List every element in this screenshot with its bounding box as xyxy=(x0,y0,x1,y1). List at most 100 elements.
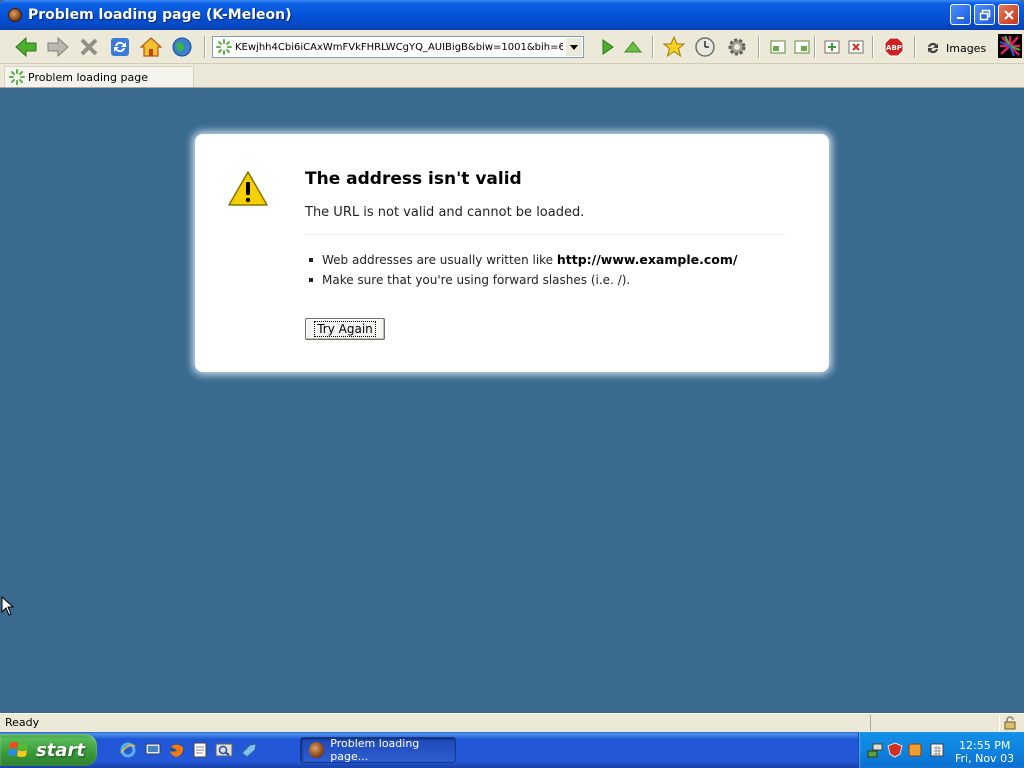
url-dropdown-button[interactable] xyxy=(566,38,582,56)
history-button[interactable] xyxy=(693,35,717,59)
error-hints-list: Web addresses are usually written like h… xyxy=(305,250,805,290)
try-again-button[interactable]: Try Again xyxy=(305,318,385,340)
window-icon xyxy=(770,40,786,54)
close-tab-icon xyxy=(848,40,864,54)
error-description: The URL is not valid and cannot be loade… xyxy=(305,205,585,220)
gear-icon xyxy=(728,38,746,56)
mouse-cursor-icon xyxy=(1,596,15,616)
volume-icon[interactable] xyxy=(907,742,923,758)
loading-spinner-icon xyxy=(216,39,232,55)
toolbar-separator xyxy=(872,36,874,58)
bullet xyxy=(309,278,313,282)
close-button[interactable] xyxy=(998,4,1019,25)
try-again-label: Try Again xyxy=(314,321,376,337)
globe-icon xyxy=(172,37,192,57)
calendar-icon[interactable] xyxy=(929,742,945,758)
bullet xyxy=(309,258,313,262)
security-shield-icon[interactable] xyxy=(887,742,903,758)
clock-icon xyxy=(695,37,715,57)
toolbar-separator xyxy=(914,36,916,58)
internet-explorer-icon[interactable] xyxy=(119,741,137,759)
warning-icon xyxy=(228,171,268,206)
error-divider xyxy=(305,234,785,235)
images-label: Images xyxy=(946,41,987,55)
tab-label: Problem loading page xyxy=(28,70,148,84)
search-icon[interactable] xyxy=(215,741,233,759)
taskbar-item-k-meleon[interactable]: Problem loading page... xyxy=(300,737,456,763)
window-title: Problem loading page (K-Meleon) xyxy=(28,7,292,23)
security-lock-icon[interactable] xyxy=(1003,716,1017,730)
adblock-icon: ABP xyxy=(884,37,904,57)
new-tab-button[interactable] xyxy=(820,35,844,59)
network-icon[interactable] xyxy=(867,742,883,758)
refresh-images-icon xyxy=(928,42,938,54)
k-meleon-app-icon[interactable] xyxy=(8,8,22,22)
up-triangle-icon xyxy=(624,41,642,53)
windows-flag-icon xyxy=(8,742,28,757)
stop-x-icon xyxy=(80,38,98,56)
clock-date[interactable]: Fri, Nov 03 xyxy=(955,752,1014,765)
status-text: Ready xyxy=(5,716,40,729)
home-icon xyxy=(140,37,162,57)
k-meleon-logo xyxy=(998,34,1022,58)
window-icon xyxy=(794,40,810,54)
window-left-button[interactable] xyxy=(766,35,790,59)
window-right-button[interactable] xyxy=(790,35,814,59)
status-bar: Ready xyxy=(0,713,1024,732)
navigation-toolbar: KEwjhh4Cbi6iCAxWmFVkFHRLWCgYQ_AUIBigB&bi… xyxy=(0,30,1024,64)
error-title: The address isn't valid xyxy=(305,169,522,189)
k-meleon-app-icon xyxy=(309,742,325,758)
new-tab-icon xyxy=(824,40,840,54)
stop-button[interactable] xyxy=(77,35,101,59)
list-item: Web addresses are usually written like h… xyxy=(305,250,805,270)
minimize-button[interactable] xyxy=(950,4,971,25)
close-tab-button[interactable] xyxy=(844,35,868,59)
start-label: start xyxy=(36,739,85,761)
forward-button[interactable] xyxy=(46,35,70,59)
taskbar-item-label: Problem loading page... xyxy=(330,737,420,763)
show-desktop-icon[interactable] xyxy=(144,741,162,759)
toolbar-separator xyxy=(758,36,760,58)
reload-button[interactable] xyxy=(108,35,132,59)
start-button[interactable]: start xyxy=(0,734,97,766)
windows-taskbar: start Problem loading page... 12:55 PM F… xyxy=(0,732,1024,768)
page-content: The address isn't valid The URL is not v… xyxy=(3,88,1021,713)
bookmarks-button[interactable] xyxy=(662,35,686,59)
adblock-button[interactable]: ABP xyxy=(882,35,906,59)
hint-text: Make sure that you're using forward slas… xyxy=(322,273,631,287)
images-toggle-button[interactable]: Images xyxy=(926,39,986,57)
toolbar-separator xyxy=(652,36,654,58)
status-panel xyxy=(870,715,1000,731)
system-tray: 12:55 PM Fri, Nov 03 xyxy=(858,732,1024,768)
svg-text:ABP: ABP xyxy=(886,44,902,52)
back-arrow-icon xyxy=(15,36,37,58)
globe-button[interactable] xyxy=(170,35,194,59)
go-button[interactable] xyxy=(596,35,620,59)
home-button[interactable] xyxy=(139,35,163,59)
reload-icon xyxy=(111,38,129,56)
restore-icon xyxy=(979,9,990,20)
url-bar[interactable]: KEwjhh4Cbi6iCAxWmFVkFHRLWCgYQ_AUIBigB&bi… xyxy=(212,36,584,58)
up-button[interactable] xyxy=(621,35,645,59)
notepad-icon[interactable] xyxy=(191,741,209,759)
firefox-icon[interactable] xyxy=(168,741,186,759)
toolbar-separator xyxy=(204,36,206,58)
go-play-icon xyxy=(602,39,614,55)
hint-text: Web addresses are usually written like xyxy=(322,253,557,267)
back-button[interactable] xyxy=(14,35,38,59)
k-meleon-logo-icon xyxy=(998,34,1022,58)
preferences-button[interactable] xyxy=(725,35,749,59)
clock-time[interactable]: 12:55 PM xyxy=(959,739,1010,752)
restore-button[interactable] xyxy=(974,4,995,25)
minimize-icon xyxy=(956,16,964,19)
messenger-icon[interactable] xyxy=(240,741,258,759)
error-dialog: The address isn't valid The URL is not v… xyxy=(195,134,829,372)
tab-problem-loading-page[interactable]: Problem loading page xyxy=(4,66,194,87)
url-text[interactable]: KEwjhh4Cbi6iCAxWmFVkFHRLWCgYQ_AUIBigB&bi… xyxy=(235,42,563,53)
forward-arrow-icon xyxy=(47,36,69,58)
loading-spinner-icon xyxy=(9,69,25,85)
window-titlebar[interactable]: Problem loading page (K-Meleon) xyxy=(0,0,1024,30)
chevron-down-icon xyxy=(570,44,578,50)
hint-example-url: http://www.example.com/ xyxy=(556,252,738,267)
star-icon xyxy=(663,36,685,58)
